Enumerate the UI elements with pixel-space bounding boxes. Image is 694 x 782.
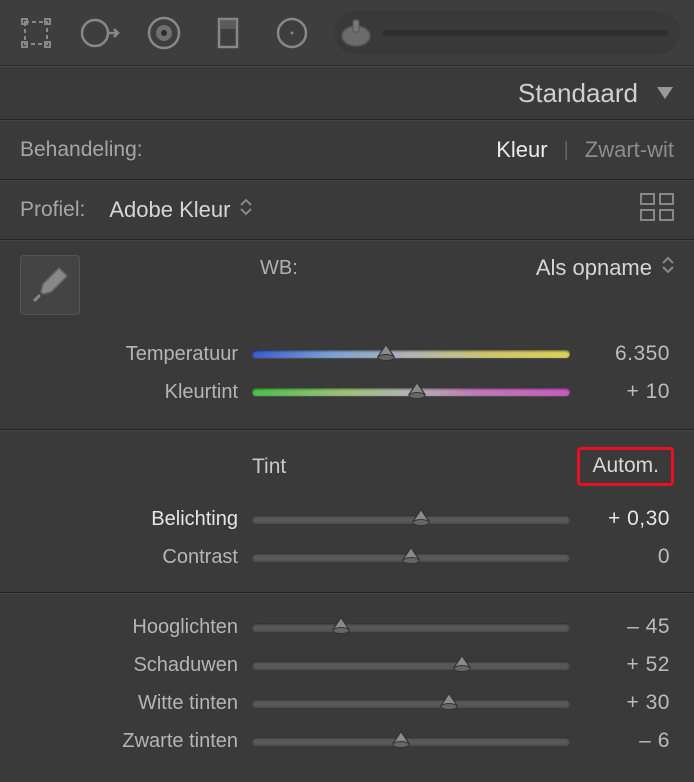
whites-label: Witte tinten [20, 692, 252, 715]
tint-value[interactable]: + 10 [570, 380, 674, 404]
blacks-label: Zwarte tinten [20, 730, 252, 753]
profile-value[interactable]: Adobe Kleur [109, 197, 230, 223]
panel-header[interactable]: Standaard [0, 66, 694, 120]
treatment-row: Behandeling: Kleur | Zwart-wit [0, 120, 694, 180]
treatment-bw[interactable]: Zwart-wit [585, 137, 674, 163]
tint-label: Kleurtint [20, 381, 252, 404]
highlights-slider-row: Hooglichten – 45 [20, 608, 674, 646]
whites-slider[interactable] [252, 699, 570, 707]
spot-removal-tool-icon[interactable] [78, 11, 122, 55]
highlights-slider[interactable] [252, 623, 570, 631]
redeye-tool-icon[interactable] [142, 11, 186, 55]
temperature-slider[interactable] [252, 350, 570, 358]
treatment-color[interactable]: Kleur [496, 137, 547, 163]
exposure-slider-row: Belichting + 0,30 [20, 500, 674, 538]
blacks-slider-row: Zwarte tinten – 6 [20, 722, 674, 760]
wb-eyedropper-tool[interactable] [20, 255, 80, 315]
wb-preset-value[interactable]: Als opname [536, 255, 652, 281]
tone-detail-section: Hooglichten – 45 Schaduwen + 52 Witte ti… [0, 593, 694, 782]
tone-heading: Tint [252, 455, 286, 479]
tool-strip [0, 0, 694, 66]
temperature-label: Temperatuur [20, 343, 252, 366]
crop-tool-icon[interactable] [14, 11, 58, 55]
shadows-value[interactable]: + 52 [570, 653, 674, 677]
blacks-slider[interactable] [252, 737, 570, 745]
exposure-label: Belichting [20, 508, 252, 531]
treatment-label: Behandeling: [20, 138, 143, 162]
contrast-slider-row: Contrast 0 [20, 538, 674, 576]
whites-slider-row: Witte tinten + 30 [20, 684, 674, 722]
radial-filter-tool-icon[interactable] [270, 11, 314, 55]
brush-size-slider[interactable] [382, 30, 668, 36]
highlights-value[interactable]: – 45 [570, 615, 674, 639]
panel-collapse-icon[interactable] [656, 85, 674, 101]
contrast-label: Contrast [20, 546, 252, 569]
profile-stepper-icon[interactable] [240, 198, 252, 222]
exposure-slider[interactable] [252, 515, 570, 523]
contrast-slider[interactable] [252, 553, 570, 561]
adjustment-brush-tool[interactable] [334, 11, 680, 55]
tint-slider-row: Kleurtint + 10 [20, 373, 674, 411]
shadows-label: Schaduwen [20, 654, 252, 677]
divider: | [564, 139, 569, 162]
shadows-slider-row: Schaduwen + 52 [20, 646, 674, 684]
wb-label: WB: [260, 257, 298, 280]
white-balance-section: WB: Als opname Temperatuur 6.350 Kleurti… [0, 240, 694, 430]
contrast-value[interactable]: 0 [570, 545, 674, 569]
brush-icon [338, 15, 374, 51]
graduated-filter-tool-icon[interactable] [206, 11, 250, 55]
shadows-slider[interactable] [252, 661, 570, 669]
whites-value[interactable]: + 30 [570, 691, 674, 715]
tint-slider[interactable] [252, 388, 570, 396]
exposure-value[interactable]: + 0,30 [570, 507, 674, 531]
profile-row: Profiel: Adobe Kleur [0, 180, 694, 240]
temperature-slider-row: Temperatuur 6.350 [20, 335, 674, 373]
panel-title: Standaard [518, 78, 638, 109]
profile-browser-icon[interactable] [640, 193, 674, 227]
auto-tone-button[interactable]: Autom. [577, 447, 674, 486]
blacks-value[interactable]: – 6 [570, 729, 674, 753]
profile-label: Profiel: [20, 198, 85, 222]
tone-section: Tint Autom. Belichting + 0,30 Contrast 0 [0, 430, 694, 593]
highlights-label: Hooglichten [20, 616, 252, 639]
temperature-value[interactable]: 6.350 [570, 342, 674, 366]
wb-stepper-icon[interactable] [662, 256, 674, 280]
